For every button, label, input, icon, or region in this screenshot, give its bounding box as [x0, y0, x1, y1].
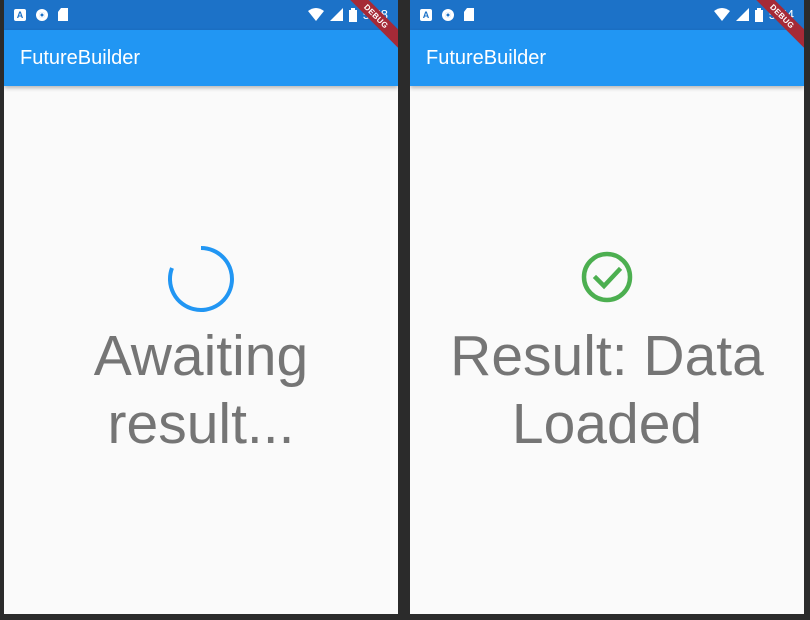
circular-progress-spinner — [168, 246, 234, 312]
status-message-line1: Awaiting — [93, 324, 309, 388]
wifi-icon — [307, 8, 324, 21]
check-circle-icon — [581, 251, 633, 303]
body-content: Result: Data Loaded — [410, 86, 804, 614]
status-message-line2: Loaded — [511, 392, 703, 456]
sd-card-icon — [58, 8, 68, 21]
status-message: Awaiting result... — [4, 322, 398, 458]
signal-icon — [735, 8, 749, 21]
app-bar-title: FutureBuilder — [426, 47, 547, 69]
phone-screen-loading: A 5:58 FutureBuilder DEBUG Awaiting — [4, 0, 398, 614]
status-bar: A 5:54 — [410, 0, 804, 30]
battery-icon — [348, 7, 357, 22]
sd-card-icon — [464, 8, 474, 21]
app-notification-icon: A — [420, 8, 432, 21]
app-bar: FutureBuilder — [4, 30, 398, 86]
status-message-line1: Result: Data — [450, 324, 764, 388]
status-message: Result: Data Loaded — [410, 322, 804, 458]
status-message-line2: result... — [107, 392, 295, 456]
app-notification-icon: A — [14, 8, 26, 21]
status-bar: A 5:58 — [4, 0, 398, 30]
phone-screen-loaded: A 5:54 FutureBuilder DEBUG Result: — [410, 0, 804, 614]
wifi-icon — [713, 8, 730, 21]
signal-icon — [329, 8, 343, 21]
sync-notification-icon — [36, 8, 48, 21]
body-content: Awaiting result... — [4, 86, 398, 614]
battery-icon — [754, 7, 763, 22]
app-bar-title: FutureBuilder — [20, 47, 141, 69]
app-bar: FutureBuilder — [410, 30, 804, 86]
sync-notification-icon — [442, 8, 454, 21]
